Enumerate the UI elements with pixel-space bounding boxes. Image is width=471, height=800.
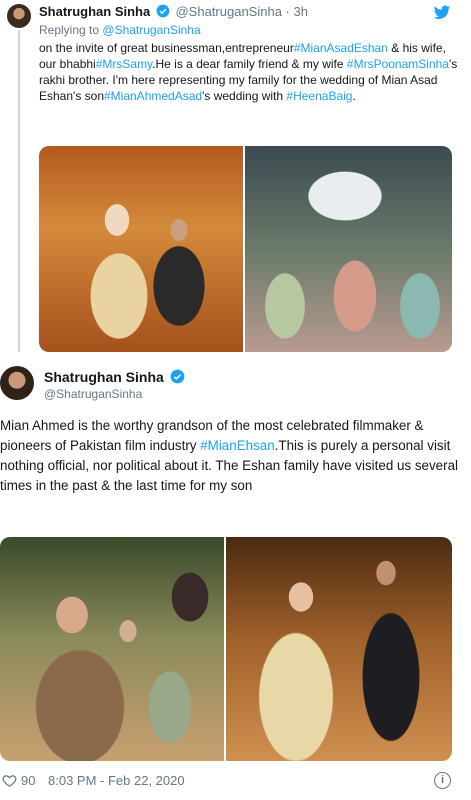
tweet-text-segment: .He is a dear family friend & my wife (152, 57, 347, 71)
author-name-row: Shatrughan Sinha (44, 369, 187, 385)
avatar[interactable] (0, 366, 34, 400)
hashtag-link[interactable]: #MrsSamy (96, 57, 152, 71)
heart-icon[interactable] (2, 773, 17, 788)
tweet-time[interactable]: 3h (294, 4, 308, 19)
replying-handle-link[interactable]: @ShatruganSinha (102, 23, 200, 37)
tweet-text-segment: 's wedding with (202, 89, 287, 103)
replying-label: Replying to (39, 23, 100, 37)
hashtag-link[interactable]: #MrsPoonamSinha (347, 57, 449, 71)
tweet-text: Mian Ahmed is the worthy grandson of the… (0, 416, 470, 496)
replying-to: Replying to @ShatruganSinha (39, 23, 201, 37)
twitter-bird-icon[interactable] (433, 5, 451, 21)
separator-dot: · (285, 4, 290, 19)
tweet-timestamp[interactable]: 8:03 PM - Feb 22, 2020 (48, 773, 185, 788)
hashtag-link[interactable]: #HeenaBaig (286, 89, 352, 103)
verified-badge-icon (170, 369, 185, 384)
tweet-text-segment: . (352, 89, 356, 103)
tweet-header: Shatrughan Sinha @ShatruganSinha · 3h (39, 4, 308, 19)
hashtag-link[interactable]: #MianAhmedAsad (104, 89, 202, 103)
avatar[interactable] (7, 4, 31, 28)
tweet-reply: Shatrughan Sinha @ShatruganSinha · 3h Re… (0, 0, 471, 356)
author-handle[interactable]: @ShatruganSinha (175, 4, 281, 19)
verified-badge-icon (156, 4, 170, 18)
like-count[interactable]: 90 (21, 773, 35, 788)
info-icon[interactable]: i (434, 772, 451, 789)
author-name[interactable]: Shatrughan Sinha (44, 369, 164, 385)
tweet-photo-1[interactable] (39, 146, 243, 352)
author-name[interactable]: Shatrughan Sinha (39, 4, 150, 19)
hashtag-link[interactable]: #MianEhsan (200, 438, 274, 453)
tweet-photo-2[interactable] (245, 146, 452, 352)
tweet-photo-4[interactable] (226, 537, 452, 761)
tweet-footer: 90 8:03 PM - Feb 22, 2020 i (0, 772, 471, 792)
tweet-text-segment: on the invite of great businessman,entre… (39, 41, 294, 55)
author-handle[interactable]: @ShatruganSinha (44, 387, 142, 401)
tweet-text: on the invite of great businessman,entre… (39, 40, 459, 104)
hashtag-link[interactable]: #MianAsadEshan (294, 41, 388, 55)
tweet-photo-3[interactable] (0, 537, 224, 761)
thread-line (18, 30, 20, 352)
